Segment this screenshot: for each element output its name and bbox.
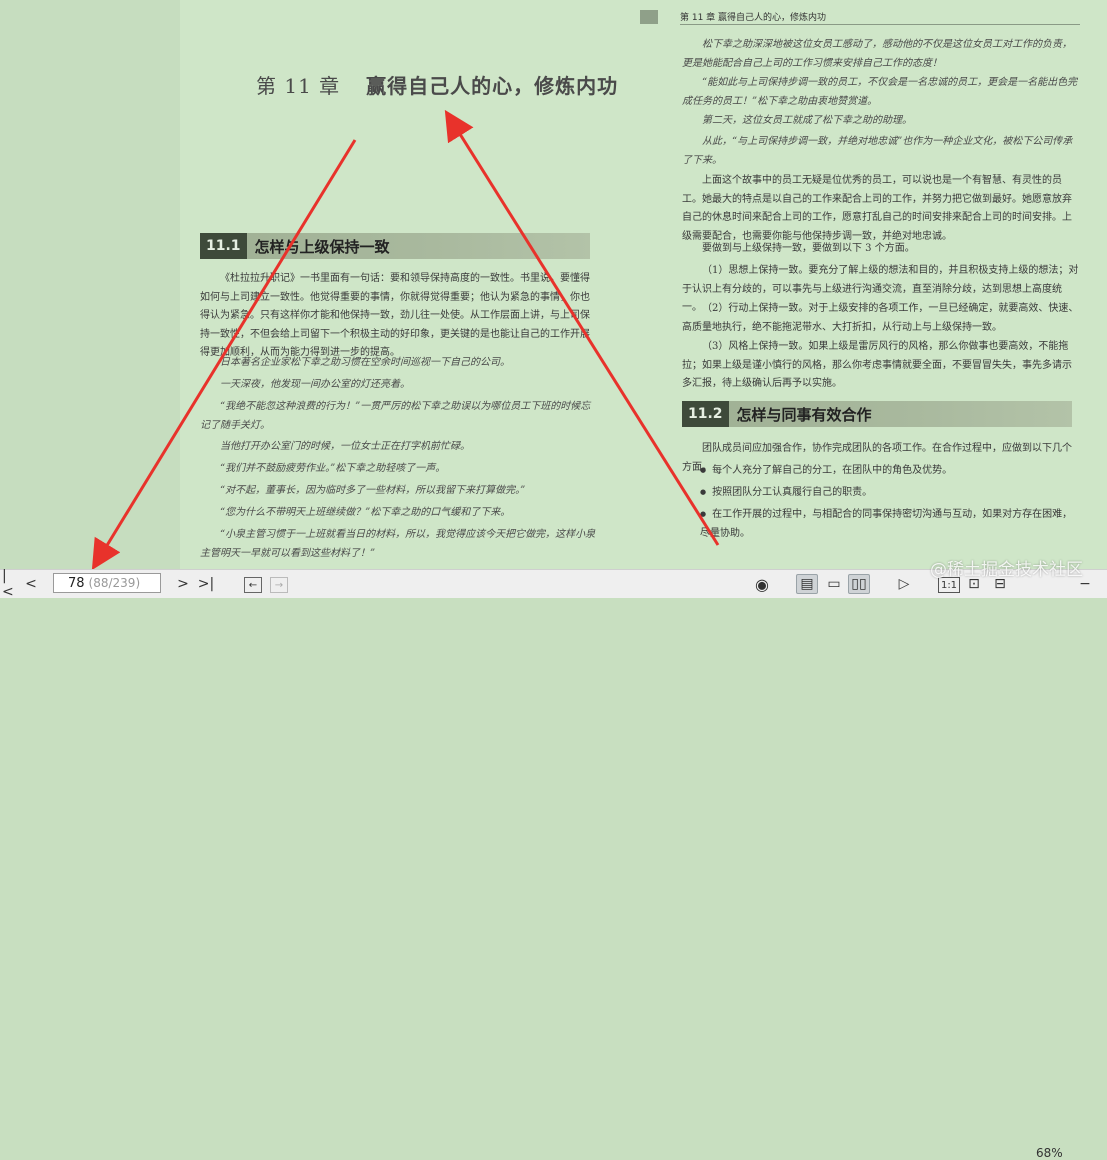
watermark: @稀土掘金技术社区	[930, 560, 1083, 580]
next-page-icon[interactable]: >	[176, 574, 190, 594]
zoom-level[interactable]: 68%	[1036, 1146, 1063, 1160]
last-page-icon[interactable]: >|	[198, 574, 214, 594]
single-page-icon[interactable]: ▤	[796, 574, 818, 594]
double-page-icon[interactable]: ▯▯	[848, 574, 870, 594]
current-page: 78	[68, 576, 85, 591]
document-viewer[interactable]: 第 11 章 赢得自己人的心，修炼内功 11.1 怎样与上级保持一致 《杜拉拉升…	[0, 0, 1107, 569]
eye-icon[interactable]: ◉	[752, 574, 772, 594]
arrow-to-page-number	[91, 139, 357, 569]
forward-icon[interactable]: →	[270, 577, 288, 593]
arrow-to-chapter-title	[444, 109, 720, 546]
annotation-arrows	[91, 109, 720, 569]
page-icon[interactable]: ▭	[824, 574, 844, 594]
play-icon[interactable]: ▷	[894, 574, 914, 594]
back-icon[interactable]: ←	[244, 577, 262, 593]
page-position: (88/239)	[88, 576, 141, 590]
prev-page-icon[interactable]: <	[24, 574, 38, 594]
page-number-input[interactable]: 78 (88/239)	[53, 573, 161, 593]
first-page-icon[interactable]: |<	[2, 568, 16, 600]
